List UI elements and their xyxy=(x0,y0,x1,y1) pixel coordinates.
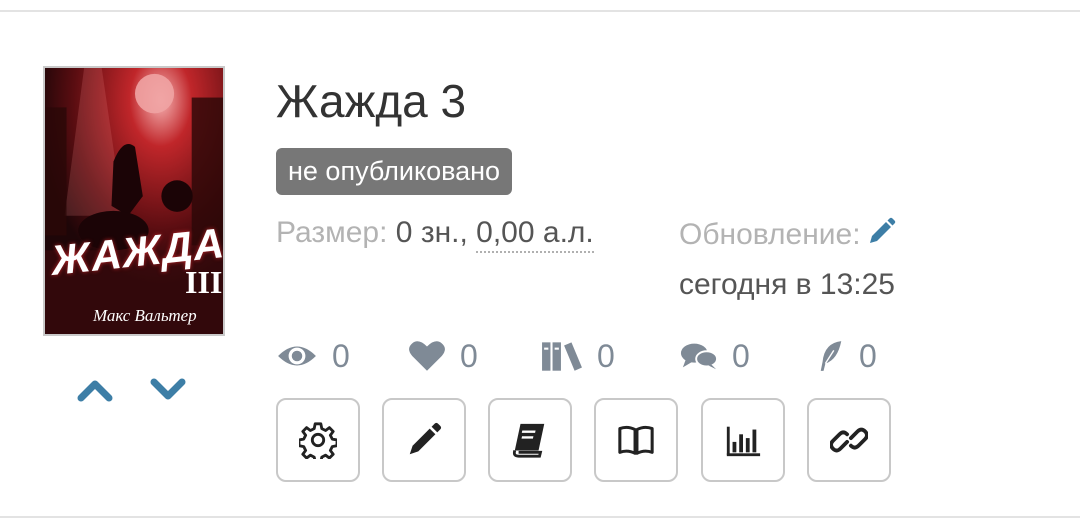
settings-button[interactable] xyxy=(276,398,360,482)
size-chars: 0 зн., xyxy=(395,216,468,249)
link-button[interactable] xyxy=(807,398,891,482)
likes-count: 0 xyxy=(460,337,478,374)
cover-volume-text: III xyxy=(185,264,223,300)
book-cover[interactable]: ЖАЖДА III Макс Вальтер xyxy=(43,66,225,336)
stat-comments: 0 xyxy=(680,336,750,376)
book-title[interactable]: Жажда 3 xyxy=(276,74,466,128)
pencil-icon[interactable] xyxy=(865,216,897,248)
stat-views: 0 xyxy=(276,336,350,376)
statistics-button[interactable] xyxy=(701,398,785,482)
book-button[interactable] xyxy=(488,398,572,482)
move-up-button[interactable] xyxy=(75,372,115,406)
comments-count: 0 xyxy=(732,337,750,374)
open-book-icon xyxy=(618,425,654,455)
stat-libraries: 0 xyxy=(541,336,615,376)
gear-icon xyxy=(299,422,337,459)
views-count: 0 xyxy=(332,337,350,374)
edit-button[interactable] xyxy=(382,398,466,482)
link-icon xyxy=(830,427,868,453)
size-label: Размер: xyxy=(276,216,388,249)
size-author-sheets[interactable]: 0,00 а.л. xyxy=(476,216,594,253)
status-badge: не опубликовано xyxy=(276,148,513,195)
reviews-count: 0 xyxy=(859,337,877,374)
stat-likes: 0 xyxy=(408,336,478,376)
comments-icon xyxy=(680,343,718,370)
cover-author-text: Макс Вальтер xyxy=(93,306,197,325)
bar-chart-icon xyxy=(726,426,761,457)
top-divider xyxy=(0,10,1080,12)
chevron-up-icon xyxy=(77,380,113,402)
move-down-button[interactable] xyxy=(148,372,188,406)
book-icon xyxy=(512,423,545,458)
read-button[interactable] xyxy=(594,398,678,482)
bottom-divider xyxy=(0,516,1080,518)
eye-icon xyxy=(278,346,316,366)
updated-info: Обновление: xyxy=(679,216,897,252)
libraries-count: 0 xyxy=(597,337,615,374)
feather-icon xyxy=(820,341,842,371)
size-info: Размер: 0 зн., 0,00 а.л. xyxy=(276,216,594,253)
updated-value: сегодня в 13:25 xyxy=(679,268,895,301)
updated-label: Обновление: xyxy=(679,218,861,251)
pencil-icon xyxy=(409,422,442,455)
chevron-down-icon xyxy=(150,378,186,400)
books-icon xyxy=(542,342,582,371)
stat-reviews: 0 xyxy=(817,336,877,376)
heart-icon xyxy=(409,341,445,371)
